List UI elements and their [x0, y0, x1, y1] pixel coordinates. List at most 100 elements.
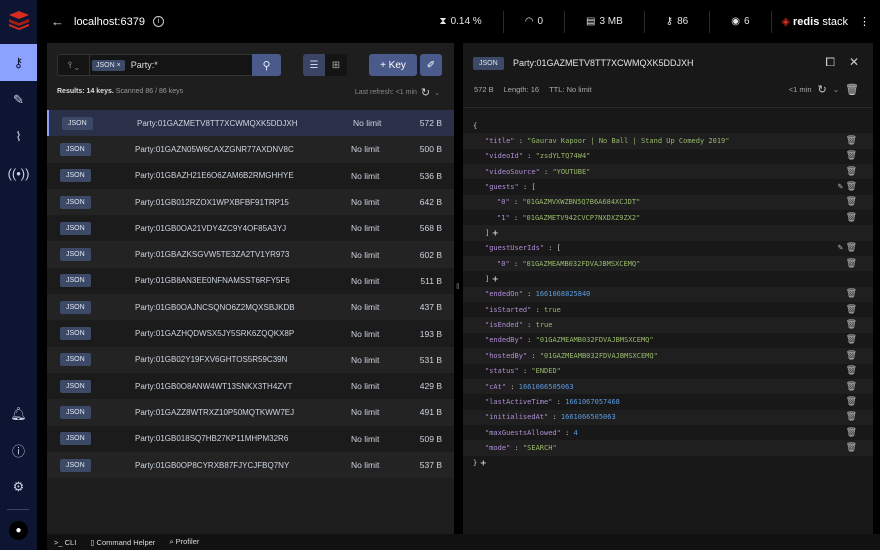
back-arrow-icon[interactable]: ← — [51, 14, 64, 29]
cli-button[interactable]: >_ CLI — [54, 538, 76, 547]
trash-icon[interactable]: 🗑︎ — [846, 151, 857, 161]
trash-icon[interactable]: 🗑︎ — [846, 382, 857, 392]
trash-icon[interactable]: 🗑︎ — [846, 443, 857, 453]
tree-icon: ⊞ — [331, 59, 341, 71]
trash-icon[interactable]: 🗑︎ — [846, 289, 857, 299]
broom-icon: ✐ — [426, 59, 436, 71]
key-row[interactable]: JSON Party:01GB0O8ANW4WT13SNKX3TH4ZVT No l… — [47, 372, 454, 400]
json-value[interactable]: "01GAZMEAMB032FDVAJBMSXCEMQ" — [522, 260, 640, 268]
json-value[interactable]: [ — [557, 244, 561, 252]
key-row[interactable]: JSON Party:01GB0OA21VDY4ZC9Y4OF85A3YJ No l… — [47, 215, 454, 242]
trash-icon[interactable]: 🗑︎ — [846, 213, 857, 223]
key-row[interactable]: JSON Party:01GB012RZOX1WPXBFBF91TRP15 No l… — [47, 188, 454, 216]
panel-resize-handle[interactable]: ‖ — [456, 282, 459, 291]
key-row[interactable]: JSON Party:01GB0OP8CYRXB87FJYCJFBQ7NY No l… — [47, 451, 454, 479]
key-name: Party:01GAZMETV8TT7XCWMQXK5DDJXH — [137, 118, 298, 128]
json-value[interactable]: "01GAZMEAMB032FDVAJBMSXCEMQ" — [540, 352, 658, 360]
key-row[interactable]: JSON Party:01GBAZKSGVW5TE3ZA2TV1YR973 No l… — [47, 241, 454, 268]
json-value[interactable]: "01GAZMETV942CVCP7NXDXZ9ZX2" — [522, 214, 640, 222]
json-value[interactable]: 1661068825840 — [536, 290, 591, 298]
key-row[interactable]: JSON Party:01GB8AN3EE0NFNAMSST6RFY5F6 No l… — [47, 267, 454, 295]
json-value[interactable]: 1661066505063 — [519, 383, 574, 391]
search-button[interactable]: ⚲ — [252, 54, 281, 76]
trash-icon[interactable]: 🗑︎ — [845, 83, 859, 96]
trash-icon[interactable]: 🗑︎ — [846, 366, 857, 376]
key-row[interactable]: JSON Party:01GB02Y19FXV6GHTOS5R59C39N No l… — [47, 346, 454, 373]
more-menu-icon[interactable]: ⋮ — [859, 15, 870, 28]
key-row[interactable]: JSON Party:01GBAZH21E6O6ZAM6B2RMGHHYE No l… — [47, 162, 454, 189]
github-icon[interactable]: ● — [9, 521, 28, 540]
chevron-down-icon[interactable]: ⌄ — [434, 89, 440, 97]
key-row[interactable]: JSON Party:01GAZZ8WTRXZ10P50MQTKWW7EJ No l… — [47, 399, 454, 426]
ttl-value[interactable]: No limit — [567, 85, 592, 94]
trash-icon[interactable]: 🗑︎ — [846, 335, 857, 345]
settings-button[interactable]: ⚙ — [0, 468, 37, 505]
json-value[interactable]: 1661067057468 — [565, 398, 620, 406]
key-row[interactable]: JSON Party:01GB0OAJNCSQNO6Z2MQXSBJKDB No l… — [47, 294, 454, 321]
list-view-button[interactable]: ☰ — [303, 54, 325, 76]
json-value[interactable]: "ENDED" — [531, 367, 561, 375]
json-value[interactable]: "YOUTUBE" — [552, 168, 590, 176]
add-field-icon[interactable]: + — [492, 228, 498, 239]
filter-chip-json[interactable]: JSON × — [92, 59, 125, 71]
add-field-icon[interactable]: + — [492, 274, 498, 285]
json-value[interactable]: "01GAZMVXWZBN5Q7B6A684XCJDT" — [522, 198, 640, 206]
json-value[interactable]: 4 — [574, 429, 578, 437]
profiler-button[interactable]: ⌕ Profiler — [169, 537, 199, 547]
tree-view-button[interactable]: ⊞ — [325, 54, 347, 76]
trash-icon[interactable]: 🗑︎ — [846, 320, 857, 330]
close-icon[interactable]: ✕ — [849, 55, 859, 69]
trash-icon[interactable]: 🗑︎ — [846, 305, 857, 315]
command-helper-button[interactable]: ▯ Command Helper — [90, 538, 155, 547]
key-type-badge: JSON — [60, 353, 91, 367]
trash-icon[interactable]: 🗑︎ — [846, 197, 857, 207]
terminal-icon: >_ — [54, 537, 65, 547]
edit-icon[interactable]: ✎ — [838, 243, 843, 253]
key-row[interactable]: JSON Party:01GAZHQDWSX5JY5SRK6ZQQKX8P No l… — [47, 320, 454, 347]
refresh-icon[interactable]: ↻ — [421, 86, 430, 99]
json-value[interactable]: [ — [531, 183, 535, 191]
json-value[interactable]: 1661066505063 — [561, 413, 616, 421]
json-value[interactable]: true — [536, 321, 553, 329]
add-field-icon[interactable]: + — [480, 458, 486, 469]
trash-icon[interactable]: 🗑︎ — [846, 243, 857, 253]
key-name[interactable]: Party:01GAZMETV8TT7XCWMQXK5DDJXH — [513, 58, 694, 68]
help-button[interactable]: ⓘ — [0, 432, 37, 469]
trash-icon[interactable]: 🗑︎ — [846, 136, 857, 146]
info-icon[interactable]: i — [152, 16, 164, 27]
sidebar-item-pubsub[interactable]: ((•)) — [0, 155, 37, 192]
json-key: "initialisedAt" — [485, 413, 549, 422]
redis-logo-icon[interactable] — [8, 10, 30, 30]
json-value[interactable]: true — [544, 306, 561, 314]
key-row[interactable]: JSON Party:01GB018SQ7HB27KP11MHPM32R6 No l… — [47, 425, 454, 452]
json-line: "initialisedAt" : 1661066505063 🗑︎ — [463, 409, 873, 425]
hourglass-icon: ⧗ — [439, 16, 447, 27]
add-key-button[interactable]: + Key — [369, 54, 417, 76]
refresh-icon[interactable]: ↻ — [818, 83, 827, 96]
sidebar-item-workbench[interactable]: ✎ — [0, 81, 37, 118]
key-row[interactable]: JSON Party:01GAZN05W6CAXZGNR77AXDNV8C No l… — [47, 136, 454, 163]
sidebar-item-browser[interactable]: ⚷ — [0, 44, 37, 81]
trash-icon[interactable]: 🗑︎ — [846, 182, 857, 192]
bulk-actions-button[interactable]: ✐ — [420, 54, 442, 76]
trash-icon[interactable]: 🗑︎ — [846, 167, 857, 177]
edit-icon[interactable]: ✎ — [838, 182, 843, 192]
json-value[interactable]: "zsdYLTQ74W4" — [536, 152, 591, 160]
trash-icon[interactable]: 🗑︎ — [846, 397, 857, 407]
search-query[interactable]: Party:* — [131, 60, 265, 70]
chevron-down-icon[interactable]: ⌄ — [833, 85, 839, 94]
json-value[interactable]: "SEARCH" — [523, 444, 557, 452]
type-filter-dropdown[interactable]: ⫯ ⌄ — [58, 55, 90, 75]
notifications-button[interactable]: 🔔︎ — [0, 395, 37, 432]
json-value[interactable]: "Gaurav Kapoor | No Ball | Stand Up Come… — [527, 137, 729, 145]
trash-icon[interactable]: 🗑︎ — [846, 259, 857, 269]
json-value[interactable]: "01GAZMEAMB032FDVAJBMSXCEMQ" — [536, 336, 654, 344]
sidebar-item-analytics[interactable]: ⌇ — [0, 118, 37, 155]
search-input[interactable]: ⫯ ⌄ JSON × Party:* × — [57, 54, 281, 76]
trash-icon[interactable]: 🗑︎ — [846, 351, 857, 361]
key-row[interactable]: JSON Party:01GAZMETV8TT7XCWMQXK5DDJXH No l… — [47, 110, 454, 137]
trash-icon[interactable]: 🗑︎ — [846, 428, 857, 438]
key-ttl: No limit — [351, 275, 380, 286]
fullscreen-icon[interactable]: ⧠ — [825, 55, 835, 70]
trash-icon[interactable]: 🗑︎ — [846, 412, 857, 422]
